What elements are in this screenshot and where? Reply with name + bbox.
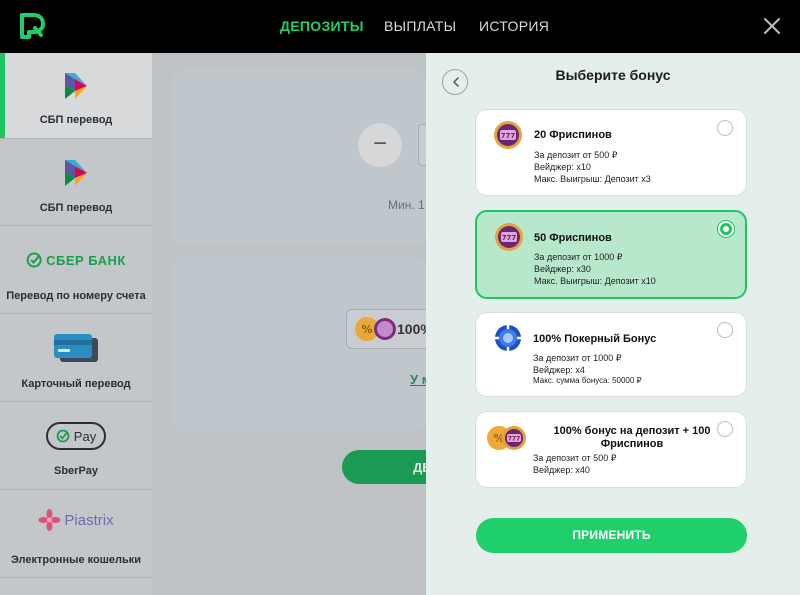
bonus-title: 100% Покерный Бонус: [533, 333, 657, 345]
bonus-option-poker[interactable]: 100% Покерный Бонус За депозит от 1000 ₽…: [475, 312, 747, 397]
svg-text:777: 777: [502, 234, 517, 242]
sidebar-item-card[interactable]: Карточный перевод: [0, 316, 152, 402]
tab-history[interactable]: ИСТОРИЯ: [479, 0, 549, 53]
bonus-radio[interactable]: [717, 421, 733, 437]
bonus-max-amount: Макс. сумма бонуса: 50000 ₽: [533, 376, 642, 385]
sidebar-item-label: Электронные кошельки: [10, 554, 142, 566]
bonus-option-100-deposit-freespins[interactable]: % 777 100% бонус на депозит + 100 Фриспи…: [475, 411, 747, 488]
sidebar-item-sberpay[interactable]: Pay SberPay: [0, 404, 152, 490]
piastrix-flower-icon: [38, 509, 61, 531]
sberpay-logo: Pay: [46, 422, 106, 450]
tab-deposits[interactable]: ДЕПОЗИТЫ: [280, 0, 364, 53]
payment-methods-sidebar: СБП перевод СБП перевод СБЕР БАНК Перево…: [0, 53, 152, 595]
bonus-wager: Вейджер: x10: [534, 162, 591, 172]
bonus-min-deposit: За депозит от 1000 ₽: [534, 252, 623, 262]
poker-chip-icon: [495, 325, 521, 351]
tab-withdrawals[interactable]: ВЫПЛАТЫ: [384, 0, 456, 53]
sberbank-logo: СБЕР БАНК: [26, 252, 126, 268]
slot-coin-icon: 777: [494, 121, 522, 149]
bonus-wager: Вейджер: x4: [533, 365, 585, 375]
sidebar-item-sbp-2[interactable]: СБП перевод: [0, 140, 152, 226]
bonus-title: 50 Фриспинов: [534, 232, 612, 244]
decrease-amount-button[interactable]: −: [358, 123, 402, 167]
piastrix-logo: Piastrix: [38, 509, 114, 531]
bonus-wager: Вейджер: x40: [533, 465, 590, 475]
percent-slot-coins-icon: %: [355, 317, 396, 341]
sber-check-icon: [26, 252, 42, 268]
bonus-title: 20 Фриспинов: [534, 129, 612, 141]
sidebar-item-label: СБП перевод: [39, 202, 113, 214]
percent-slot-coins-icon: % 777: [487, 426, 526, 450]
sidebar-item-label: Перевод по номеру счета: [6, 290, 146, 302]
brand-logo-icon[interactable]: [18, 12, 46, 40]
bonus-radio[interactable]: [717, 322, 733, 338]
bonus-max-win: Макс. Выигрыш: Депозит x3: [534, 174, 651, 184]
bonus-max-win: Макс. Выигрыш: Депозит x10: [534, 276, 656, 286]
bonus-title: 100% бонус на депозит + 100 Фриспинов: [553, 425, 711, 450]
sidebar-item-ewallets[interactable]: Piastrix Электронные кошельки: [0, 492, 152, 578]
bonus-min-deposit: За депозит от 1000 ₽: [533, 353, 622, 363]
sbp-icon: [65, 160, 87, 186]
svg-text:777: 777: [508, 436, 521, 443]
close-icon[interactable]: [762, 16, 782, 36]
apply-bonus-button[interactable]: ПРИМЕНИТЬ: [476, 518, 747, 553]
bonus-radio[interactable]: [717, 120, 733, 136]
min-amount-text: Мин. 1: [388, 198, 425, 212]
bonus-wager: Вейджер: x30: [534, 264, 591, 274]
bonus-option-20-freespins[interactable]: 777 20 Фриспинов За депозит от 500 ₽ Вей…: [475, 109, 747, 196]
bonus-radio-selected[interactable]: [718, 221, 734, 237]
top-header: ДЕПОЗИТЫ ВЫПЛАТЫ ИСТОРИЯ: [0, 0, 800, 53]
sidebar-item-label: СБП перевод: [39, 114, 113, 126]
sidebar-item-sbp-1[interactable]: СБП перевод: [0, 53, 152, 139]
card-icon: [54, 334, 98, 362]
bonus-min-deposit: За депозит от 500 ₽: [533, 453, 617, 463]
panel-title: Выберите бонус: [555, 67, 671, 83]
sidebar-item-label: Карточный перевод: [21, 378, 131, 390]
bonus-min-deposit: За депозит от 500 ₽: [534, 150, 618, 160]
bonus-option-50-freespins[interactable]: 777 50 Фриспинов За депозит от 1000 ₽ Ве…: [475, 210, 747, 299]
svg-text:%: %: [361, 323, 372, 336]
sbp-icon: [65, 73, 87, 99]
sidebar-item-label: SberPay: [53, 465, 99, 477]
slot-coin-icon: 777: [495, 223, 523, 251]
sber-check-icon: [56, 429, 70, 443]
svg-text:777: 777: [501, 132, 516, 140]
sidebar-item-sberbank[interactable]: СБЕР БАНК Перевод по номеру счета: [0, 228, 152, 314]
